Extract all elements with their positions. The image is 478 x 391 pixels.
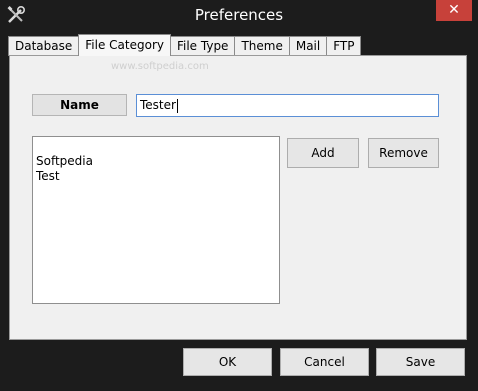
ok-button[interactable]: OK: [183, 348, 272, 376]
remove-button[interactable]: Remove: [368, 138, 439, 168]
category-listbox[interactable]: Softpedia Test: [32, 136, 280, 304]
list-item[interactable]: Softpedia: [36, 154, 276, 169]
add-button[interactable]: Add: [287, 138, 359, 168]
save-button[interactable]: Save: [376, 348, 465, 376]
window-title: Preferences: [194, 6, 284, 24]
tab-file-type[interactable]: File Type: [169, 36, 236, 56]
name-label: Name: [32, 94, 127, 116]
preferences-window: Preferences ✕ Database File Category Fil…: [0, 0, 478, 391]
tab-theme[interactable]: Theme: [234, 36, 290, 56]
tab-ftp[interactable]: FTP: [326, 36, 362, 56]
text-caret: [176, 98, 178, 113]
title-bar[interactable]: Preferences ✕: [0, 0, 478, 32]
file-category-panel: www.softpedia.com Name Tester Softpedia …: [9, 55, 467, 340]
name-input-value: Tester: [140, 98, 176, 112]
tab-database[interactable]: Database: [8, 36, 80, 56]
list-item[interactable]: Test: [36, 169, 276, 184]
tab-mail[interactable]: Mail: [288, 36, 328, 56]
tab-bar: Database File Category File Type Theme M…: [8, 34, 362, 56]
close-icon: ✕: [448, 2, 460, 18]
watermark: www.softpedia.com: [111, 61, 209, 72]
cancel-button[interactable]: Cancel: [280, 348, 369, 376]
close-button[interactable]: ✕: [436, 0, 472, 21]
name-input[interactable]: Tester: [136, 94, 439, 117]
tab-file-category[interactable]: File Category: [78, 34, 171, 56]
